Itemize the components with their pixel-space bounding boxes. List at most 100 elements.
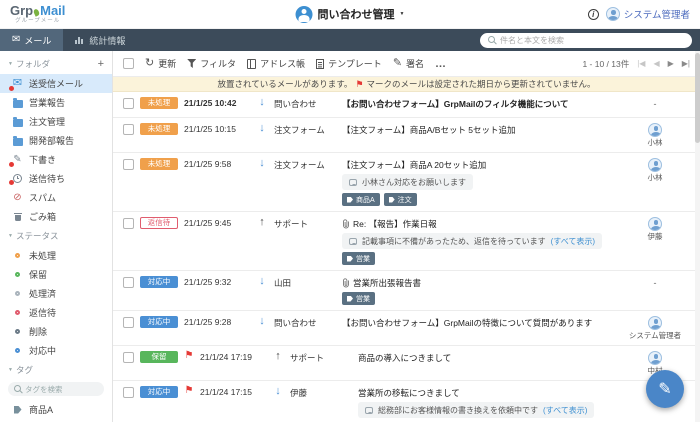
comment: 記載事項に不備があったため、返信を待っています (すべて表示)	[342, 233, 603, 249]
email-row[interactable]: 対応中 ⚑ 21/1/24 17:15 ↓ 伊藤 営業所の移転につきまして 総務…	[113, 381, 700, 422]
tag-search-input[interactable]	[25, 384, 98, 394]
search-box	[480, 32, 692, 48]
sidebar-item-label: スパム	[29, 193, 57, 203]
sidebar-item-label: 保留	[29, 270, 48, 280]
sidebar-item-drafts[interactable]: ✎ 下書き	[0, 150, 112, 169]
signature-button[interactable]: ✎ 署名	[393, 57, 424, 70]
tab-statistics[interactable]: 統計情報	[63, 29, 137, 51]
app-title-dropdown[interactable]: 問い合わせ管理 ▼	[295, 0, 404, 28]
show-all-link[interactable]: (すべて表示)	[551, 236, 595, 247]
sidebar-status-in-progress[interactable]: 対応中	[0, 341, 112, 360]
email-row[interactable]: 未処理 21/1/25 10:15 ↓ 注文フォーム 【注文フォーム】商品A/B…	[113, 118, 700, 153]
row-checkbox[interactable]	[123, 159, 134, 170]
template-icon	[316, 58, 325, 69]
sidebar-item-label: 返信待	[29, 308, 57, 318]
assignee: -	[628, 276, 682, 289]
row-checkbox[interactable]	[123, 387, 134, 398]
sidebar-item-dev-report[interactable]: 開発部報告	[0, 131, 112, 150]
add-folder-button[interactable]: +	[98, 58, 104, 70]
search-icon	[14, 385, 22, 393]
compose-button[interactable]: ✎	[646, 370, 684, 408]
row-checkbox[interactable]	[123, 98, 134, 109]
email-row[interactable]: 未処理 21/1/25 9:58 ↓ 注文フォーム 【注文フォーム】商品A 20…	[113, 153, 700, 212]
tag-pill[interactable]: 商品A	[342, 193, 380, 206]
assignee: システム管理者	[628, 316, 682, 340]
select-all-checkbox[interactable]	[123, 58, 134, 69]
show-all-link[interactable]: (すべて表示)	[543, 405, 587, 416]
template-button[interactable]: テンプレート	[316, 57, 382, 70]
email-row[interactable]: 対応中 21/1/25 9:32 ↓ 山田 営業所出張報告書 営業 -	[113, 271, 700, 311]
email-row[interactable]: 未処理 21/1/25 10:42 ↓ 問い合わせ 【お問い合わせフォーム】Gr…	[113, 92, 700, 118]
tab-mail[interactable]: ✉ メール	[0, 29, 64, 51]
row-checkbox[interactable]	[123, 218, 134, 229]
email-subject: 【お問い合わせフォーム】GrpMailの特徴について質問があります	[342, 318, 593, 328]
sidebar-status-unprocessed[interactable]: 未処理	[0, 246, 112, 265]
folder-icon	[12, 135, 23, 146]
email-subject: 【注文フォーム】商品A/Bセット 5セット追加	[342, 125, 516, 135]
folder-icon	[12, 97, 23, 108]
folders-section-header[interactable]: ▼ フォルダ +	[0, 54, 112, 74]
tags-section-header[interactable]: ▼ タグ	[0, 360, 112, 380]
status-section-header[interactable]: ▼ ステータス	[0, 226, 112, 246]
email-row[interactable]: 返信待 21/1/25 9:45 ↑ サポート Re: 【報告】作業日報 記載事…	[113, 212, 700, 271]
last-page-button[interactable]: ▶|	[682, 59, 690, 68]
row-checkbox[interactable]	[123, 317, 134, 328]
info-icon[interactable]: i	[587, 8, 599, 20]
sidebar-status-hold[interactable]: 保留	[0, 265, 112, 284]
folder-icon	[12, 116, 23, 127]
filter-button[interactable]: フィルタ	[187, 57, 236, 70]
status-dot-icon	[15, 310, 20, 315]
tag-pill[interactable]: 営業	[342, 292, 375, 305]
avatar-icon	[648, 316, 662, 330]
tag-pill[interactable]: 注文	[383, 193, 417, 206]
flag-icon: ⚑	[184, 350, 194, 361]
sidebar-item-outbox[interactable]: 送信待ち	[0, 169, 112, 188]
unread-dot	[9, 180, 14, 185]
sidebar-item-spam[interactable]: ⊘ スパム	[0, 188, 112, 207]
next-page-button[interactable]: ▶	[668, 59, 674, 68]
prev-page-button[interactable]: ◀	[653, 59, 659, 68]
list-scrollbar[interactable]	[695, 51, 700, 422]
search-input[interactable]	[500, 35, 684, 45]
email-row[interactable]: 保留 ⚑ 21/1/24 17:19 ↑ サポート 商品の導入につきまして 中村	[113, 346, 700, 381]
sidebar-item-inbox[interactable]: ✉ 送受信メール	[0, 74, 112, 93]
address-book-icon	[247, 58, 257, 69]
sidebar-item-trash[interactable]: ごみ箱	[0, 207, 112, 226]
user-menu[interactable]: システム管理者	[605, 7, 690, 21]
sidebar-item-sales-report[interactable]: 営業報告	[0, 93, 112, 112]
first-page-button[interactable]: |◀	[637, 59, 645, 68]
tag-pill[interactable]: 営業	[342, 252, 375, 265]
avatar-icon	[648, 351, 662, 365]
email-row[interactable]: 対応中 21/1/25 9:28 ↓ 問い合わせ 【お問い合わせフォーム】Grp…	[113, 311, 700, 346]
sidebar-item-order-management[interactable]: 注文管理	[0, 112, 112, 131]
row-checkbox[interactable]	[123, 277, 134, 288]
row-checkbox[interactable]	[123, 124, 134, 135]
address-book-button[interactable]: アドレス帳	[247, 57, 305, 70]
sidebar-status-reply-wait[interactable]: 返信待	[0, 303, 112, 322]
tag-icon	[347, 295, 353, 302]
email-date: 21/1/25 10:42	[184, 98, 237, 108]
logo-text-mail: Mail	[40, 2, 66, 18]
sidebar-tag-product-a[interactable]: 商品A	[0, 400, 112, 419]
collapse-caret-icon: ▼	[8, 61, 13, 67]
user-avatar-icon	[605, 7, 620, 21]
sidebar-item-label: 送信待ち	[29, 174, 66, 184]
avatar-icon	[648, 217, 662, 231]
more-actions-button[interactable]: …	[435, 58, 447, 70]
list-toolbar: ↻ 更新 フィルタ アドレス帳 テンプレート ✎ 署名 … 1 - 10 / 1…	[113, 51, 700, 77]
refresh-button[interactable]: ↻ 更新	[145, 57, 176, 70]
mail-icon: ✉	[12, 34, 21, 45]
sidebar-item-label: ごみ箱	[29, 212, 57, 222]
sidebar-status-deleted[interactable]: 削除	[0, 322, 112, 341]
comment-bubble-icon	[365, 406, 373, 414]
refresh-icon: ↻	[145, 57, 155, 69]
sidebar-item-label: 未処理	[29, 251, 57, 261]
scrollbar-thumb[interactable]	[695, 53, 700, 143]
sidebar-item-label: 注文管理	[29, 117, 66, 127]
row-checkbox[interactable]	[123, 352, 134, 363]
app-logo[interactable]: Grp Mail グループメール	[10, 2, 66, 24]
sidebar-status-done[interactable]: 処理済	[0, 284, 112, 303]
arrow-down-icon: ↓	[259, 122, 265, 134]
paperclip-icon	[342, 278, 350, 288]
assignee-name: システム管理者	[628, 331, 682, 340]
